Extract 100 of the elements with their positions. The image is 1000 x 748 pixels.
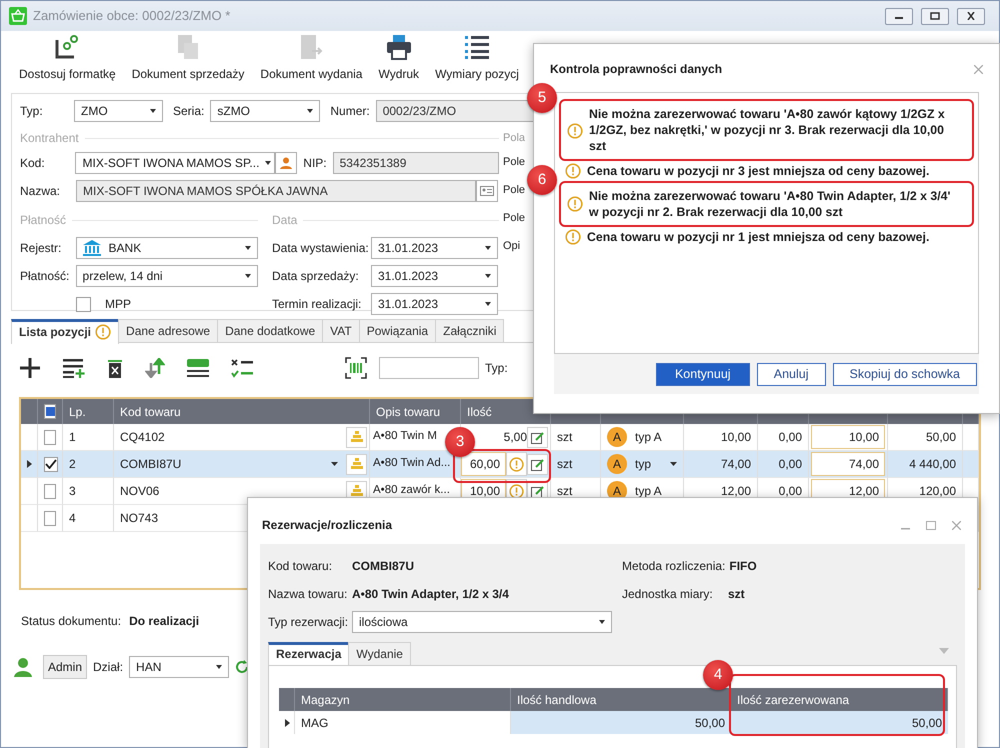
validation-message: Cena towaru w pozycji nr 3 jest mniejsza od ceny bazowej. [587,163,930,179]
tab[interactable]: Rezerwacja [268,642,350,665]
warning-icon [565,229,581,245]
annotation-marker: 5 [527,83,557,113]
dialog-button[interactable]: Kontynuuj [656,362,750,386]
section-heading: Płatność [20,212,66,229]
reservation-type-dropdown[interactable]: ilościowa [352,611,612,633]
table-cell-text: CQ4102 [120,429,165,446]
sort-arrows-icon[interactable] [145,358,165,378]
payment-dropdown[interactable]: przelew, 14 dni [76,265,258,287]
contractor-button[interactable] [275,152,298,174]
name-field[interactable]: MIX-SOFT IWONA MAMOS SPÓŁKA JAWNA [76,180,476,202]
tab[interactable]: Lista pozycji [11,319,120,344]
field-label: Kod towaru: [268,558,334,575]
person-icon [279,156,294,170]
basket-icon [9,7,27,25]
checklist-icon[interactable] [231,358,253,378]
toolbar-button[interactable]: Dostosuj formatkę [11,31,124,89]
maximize-icon[interactable] [926,520,936,530]
warning-icon [95,324,112,340]
field-label: Kod: [20,155,46,172]
status-value: Do realizacji [129,613,200,630]
table-cell-text: 0,00 [778,483,802,500]
contractor-code-dropdown[interactable]: MIX-SOFT IWONA MAMOS SP... [75,152,276,174]
field-label: Pole [503,210,526,226]
plus-icon[interactable] [19,357,41,379]
tab[interactable]: Powiązania [358,319,436,342]
column-header: Kod towaru [120,404,181,420]
id-card-button[interactable] [476,180,498,202]
maximize-icon [930,12,940,20]
caret-icon[interactable] [331,462,338,466]
table-cell-text: A•80 Twin Ad... [373,456,450,472]
edit-button[interactable] [527,454,548,474]
price-type-badge: A [607,454,627,474]
net-price-field[interactable]: 10,00 [811,425,885,449]
user-name[interactable]: Admin [43,655,88,679]
list-add-icon[interactable] [63,358,85,378]
field-label: Termin realizacji: [272,296,362,313]
table-cell-text: szt [557,483,572,500]
dialog-button[interactable]: Skopiuj do schowka [832,362,977,386]
close-button[interactable] [957,8,985,24]
date-dropdown[interactable]: 31.01.2023 [371,265,498,287]
status-label: Status dokumentu: [21,613,122,630]
tab[interactable]: VAT [322,319,360,342]
field-label: Pole [503,182,526,198]
tab[interactable]: Dane dodatkowe [217,319,324,342]
table-cell-text: A•80 Twin M [373,429,437,444]
nip-field[interactable]: 5342351389 [332,152,500,174]
table-cell-text: A•80 zawór k... [373,483,450,498]
table-row[interactable]: 2 COMBI87U A•80 Twin Ad... 60,00 szt A typ 74,00 0,00 74,00 4 440,00 [21,451,979,478]
barcode-icon[interactable] [345,357,367,379]
trash-icon[interactable] [107,358,123,378]
table-cell-text: 50,00 [694,714,725,732]
refresh-icon[interactable] [235,660,250,674]
minimize-button[interactable] [885,8,913,24]
maximize-button[interactable] [921,8,949,24]
type-dropdown[interactable]: ZMO [74,100,163,122]
annotation-marker: 6 [527,165,557,195]
select-all-checkbox[interactable] [44,404,56,419]
table-cell-text: 120,00 [919,483,956,500]
quantity-field[interactable]: 60,00 [461,452,506,476]
register-dropdown[interactable]: BANK [76,236,258,258]
field-label: Jednostka miary: [622,586,714,603]
date-dropdown[interactable]: 31.01.2023 [371,293,498,315]
row-checkbox[interactable] [44,456,58,472]
table-cell-text: 1 [69,429,76,446]
table-cell-text: szt [557,456,572,473]
edit-icon [531,430,544,444]
mpp-checkbox[interactable] [76,296,91,312]
field-label: Rejestr: [20,240,62,256]
department-dropdown[interactable]: HAN [129,656,230,678]
tab[interactable]: Dane adresowe [118,319,218,342]
table-cell-text: COMBI87U [120,456,182,473]
table-cell-text: typ A [635,429,662,446]
price-type-badge: A [607,427,627,447]
table-cell-text: 2 [69,456,76,473]
stack-icon [350,458,364,470]
table-cell-text: 5,00 [502,429,527,446]
row-checkbox[interactable] [44,430,56,444]
edit-button[interactable] [527,426,548,448]
row-checkbox[interactable] [44,484,56,498]
bank-icon [82,240,101,256]
toolbar-button[interactable]: Wymiary pozycj [427,31,527,89]
date-dropdown[interactable]: 31.01.2023 [371,236,498,258]
search-field[interactable] [379,357,479,379]
caret-icon[interactable] [670,462,677,466]
dialog-button[interactable]: Anuluj [756,362,826,386]
row-bar-icon[interactable] [187,358,209,378]
close-icon[interactable] [952,520,961,530]
series-dropdown[interactable]: sZMO [210,100,320,122]
toolbar-button[interactable]: Wydruk [370,31,428,89]
column-header: Opis towaru [376,404,440,420]
row-checkbox[interactable] [44,510,56,526]
edit-icon [531,458,544,470]
tab[interactable]: Załączniki [435,319,504,342]
field-value: A•80 Twin Adapter, 1/2 x 3/4 [352,586,510,603]
field-label: Nazwa towaru: [268,586,348,603]
tab[interactable]: Wydanie [348,642,411,665]
close-icon[interactable] [974,64,983,74]
net-price-field[interactable]: 74,00 [811,452,885,476]
